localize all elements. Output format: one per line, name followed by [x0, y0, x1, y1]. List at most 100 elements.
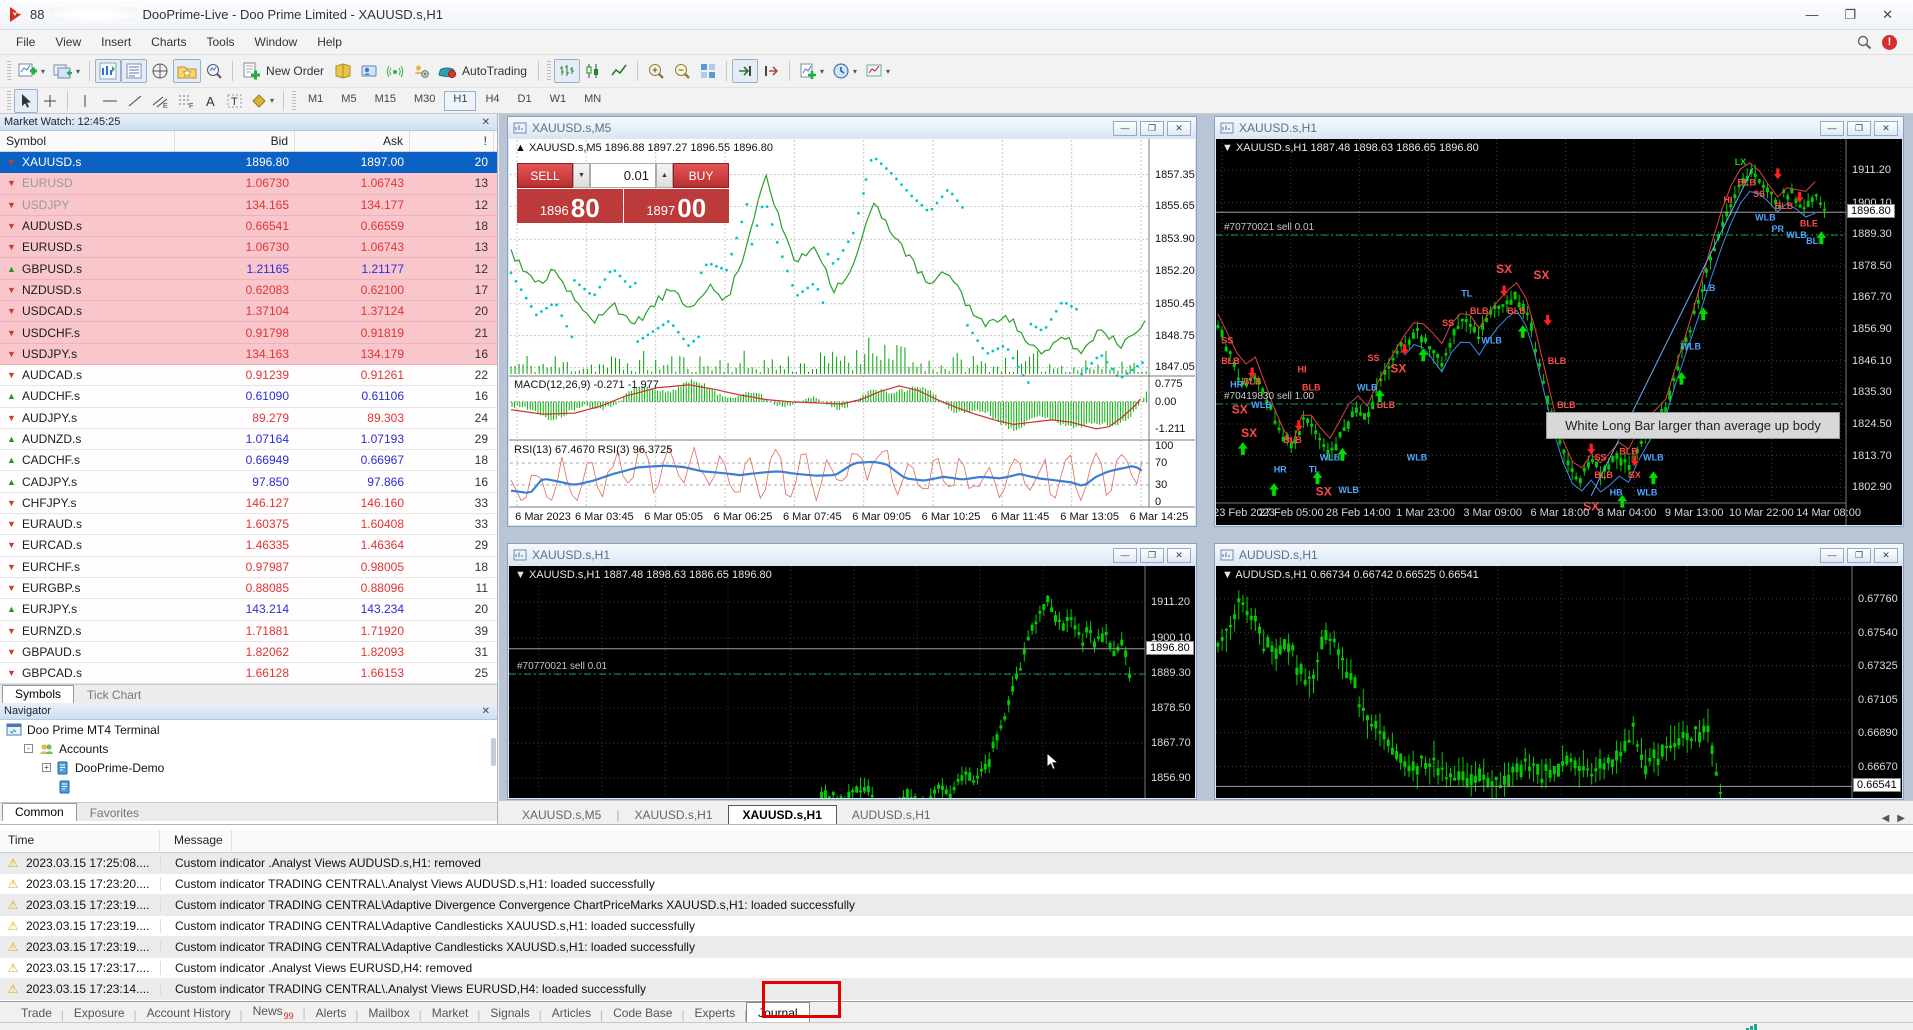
chart-minimize-button[interactable]: —	[1113, 548, 1137, 563]
scroll-left-icon[interactable]: ◀	[1882, 813, 1890, 824]
market-watch-tab-tick-chart[interactable]: Tick Chart	[74, 686, 154, 703]
market-watch-row[interactable]: ▼AUDJPY.s89.27989.30324	[0, 408, 497, 429]
market-watch-row[interactable]: ▼USDJPY134.165134.17712	[0, 195, 497, 216]
terminal-tab-market[interactable]: Market|	[421, 1004, 480, 1022]
navigator-close-icon[interactable]: ✕	[479, 706, 493, 717]
dropdown-arrow-icon[interactable]: ▾	[270, 96, 274, 105]
chart-restore-button[interactable]: ❐	[1140, 121, 1164, 136]
terminal-tab-journal[interactable]: Journal	[746, 1002, 809, 1023]
zoom-in-button[interactable]	[643, 59, 669, 83]
buy-price-display[interactable]: 189700	[624, 189, 730, 223]
timeframe-button-m1[interactable]: M1	[299, 91, 332, 111]
timeframe-button-h1[interactable]: H1	[444, 91, 476, 111]
zoom-out-button[interactable]	[669, 59, 695, 83]
dropdown-arrow-icon[interactable]: ▾	[41, 67, 45, 76]
journal-row[interactable]: ⚠2023.03.15 17:23:17....Custom indicator…	[0, 958, 1913, 979]
chart-restore-button[interactable]: ❐	[1847, 121, 1871, 136]
volume-up-button[interactable]: ▲	[656, 163, 673, 188]
menu-item-tools[interactable]: Tools	[197, 32, 245, 52]
volume-down-button[interactable]: ▼	[573, 163, 590, 188]
chart-tab-3[interactable]: AUDUSD.s,H1	[837, 805, 946, 824]
profiles-button[interactable]: ▾	[49, 59, 84, 83]
terminal-tab-experts[interactable]: Experts|	[683, 1004, 746, 1022]
notification-icon[interactable]: !	[1882, 35, 1897, 50]
templates-button[interactable]: ▾	[861, 59, 894, 83]
market-watch-row[interactable]: ▲EURJPY.s143.214143.23420	[0, 599, 497, 620]
journal-row[interactable]: ⚠2023.03.15 17:23:20....Custom indicator…	[0, 874, 1913, 895]
terminal-tab-news[interactable]: News99|	[242, 1002, 305, 1022]
journal-row[interactable]: ⚠2023.03.15 17:23:14....Custom indicator…	[0, 979, 1913, 1000]
expert-settings-button[interactable]	[408, 59, 434, 83]
journal-row[interactable]: ⚠2023.03.15 17:23:19....Custom indicator…	[0, 895, 1913, 916]
menu-item-insert[interactable]: Insert	[91, 32, 141, 52]
chart-window-xauusd-s-h1[interactable]: XAUUSD.s,H1—❐✕#70770021 sell 0.01▼ XAUUS…	[507, 543, 1197, 800]
terminal-tab-trade[interactable]: Trade|	[10, 1004, 63, 1022]
market-watch-row[interactable]: ▼EURCHF.s0.979870.9800518	[0, 557, 497, 578]
chart-window-xauusd-s-h1[interactable]: XAUUSD.s,H1—❐✕SSBLBSXHRBLBSXWLBHRBLBHIBL…	[1214, 116, 1904, 527]
chart-close-button[interactable]: ✕	[1167, 548, 1191, 563]
maximize-button[interactable]: ❐	[1844, 7, 1856, 23]
navigator-button[interactable]	[147, 59, 173, 83]
market-watch-row[interactable]: ▼XAUUSD.s1896.801897.0020	[0, 152, 497, 173]
column-header-spread[interactable]: !	[410, 131, 494, 151]
candle-chart-button[interactable]	[580, 59, 606, 83]
chart-canvas[interactable]: ▼ AUDUSD.s,H1 0.66734 0.66742 0.66525 0.…	[1216, 566, 1902, 798]
line-chart-button[interactable]	[606, 59, 632, 83]
market-watch-row[interactable]: ▼NZDUSD.s0.620830.6210017	[0, 280, 497, 301]
fibonacci-button[interactable]: F	[173, 89, 199, 113]
market-watch-tab-symbols[interactable]: Symbols	[2, 685, 74, 703]
crosshair-button[interactable]	[38, 89, 62, 113]
market-watch-row[interactable]: ▲AUDNZD.s1.071641.0719329	[0, 429, 497, 450]
market-watch-row[interactable]: ▲AUDCHF.s0.610900.6110616	[0, 386, 497, 407]
auto-scroll-button[interactable]	[732, 59, 758, 83]
terminal-tab-account-history[interactable]: Account History|	[136, 1004, 242, 1022]
terminal-tab-signals[interactable]: Signals|	[479, 1004, 540, 1022]
chart-tab-1[interactable]: XAUUSD.s,H1	[619, 805, 727, 824]
new-order-button[interactable]: New Order	[238, 59, 330, 83]
bar-chart-button[interactable]	[554, 59, 580, 83]
chart-close-button[interactable]: ✕	[1874, 121, 1898, 136]
channel-button[interactable]: E	[147, 89, 173, 113]
timeframe-button-m15[interactable]: M15	[366, 91, 405, 111]
market-watch-row[interactable]: ▼AUDCAD.s0.912390.9126122	[0, 365, 497, 386]
terminal-tab-code-base[interactable]: Code Base|	[602, 1004, 683, 1022]
market-watch-button[interactable]	[95, 59, 121, 83]
chart-close-button[interactable]: ✕	[1874, 548, 1898, 563]
journal-row[interactable]: ⚠2023.03.15 17:23:19....Custom indicator…	[0, 937, 1913, 958]
data-window-button[interactable]	[121, 59, 147, 83]
indicators-button[interactable]: ▾	[795, 59, 828, 83]
timeframe-button-d1[interactable]: D1	[509, 91, 541, 111]
minimize-button[interactable]: —	[1805, 7, 1818, 23]
timeframe-button-m30[interactable]: M30	[405, 91, 444, 111]
market-watch-row[interactable]: ▼GBPCAD.s1.661281.6615325	[0, 663, 497, 684]
chart-restore-button[interactable]: ❐	[1847, 548, 1871, 563]
market-watch-row[interactable]: ▼EURNZD.s1.718811.7192039	[0, 621, 497, 642]
sell-price-display[interactable]: 189680	[517, 189, 623, 223]
market-watch-row[interactable]: ▲CADCHF.s0.669490.6696718	[0, 450, 497, 471]
market-watch-row[interactable]: ▼EURUSD.s1.067301.0674313	[0, 237, 497, 258]
chart-window-xauusd-s-m5[interactable]: XAUUSD.s,M5—❐✕▲ XAUUSD.s,M5 1896.88 1897…	[507, 116, 1197, 527]
dropdown-arrow-icon[interactable]: ▾	[820, 67, 824, 76]
chart-minimize-button[interactable]: —	[1820, 121, 1844, 136]
menu-item-window[interactable]: Window	[245, 32, 308, 52]
menu-item-file[interactable]: File	[6, 32, 45, 52]
shapes-button[interactable]: ▾	[247, 89, 278, 113]
chart-canvas[interactable]: #70770021 sell 0.01▼ XAUUSD.s,H1 1887.48…	[509, 566, 1195, 798]
signal-button[interactable]	[382, 59, 408, 83]
chart-restore-button[interactable]: ❐	[1140, 548, 1164, 563]
volume-input[interactable]: 0.01	[590, 163, 656, 188]
market-watch-row[interactable]: ▲CADJPY.s97.85097.86616	[0, 471, 497, 492]
label-button[interactable]: T	[223, 89, 247, 113]
menu-item-view[interactable]: View	[45, 32, 91, 52]
tree-toggle-icon[interactable]: -	[24, 744, 33, 753]
dropdown-arrow-icon[interactable]: ▾	[76, 67, 80, 76]
trendline-button[interactable]	[123, 89, 147, 113]
favorites-button[interactable]	[173, 59, 201, 83]
column-header-bid[interactable]: Bid	[175, 131, 295, 151]
search-icon[interactable]	[1856, 34, 1872, 50]
journal-row[interactable]: ⚠2023.03.15 17:23:19....Custom indicator…	[0, 916, 1913, 937]
chart-window-title-bar[interactable]: XAUUSD.s,H1—❐✕	[508, 544, 1196, 566]
chart-window-title-bar[interactable]: XAUUSD.s,H1—❐✕	[1215, 117, 1903, 139]
search-chart-button[interactable]	[201, 59, 227, 83]
chart-window-title-bar[interactable]: AUDUSD.s,H1—❐✕	[1215, 544, 1903, 566]
